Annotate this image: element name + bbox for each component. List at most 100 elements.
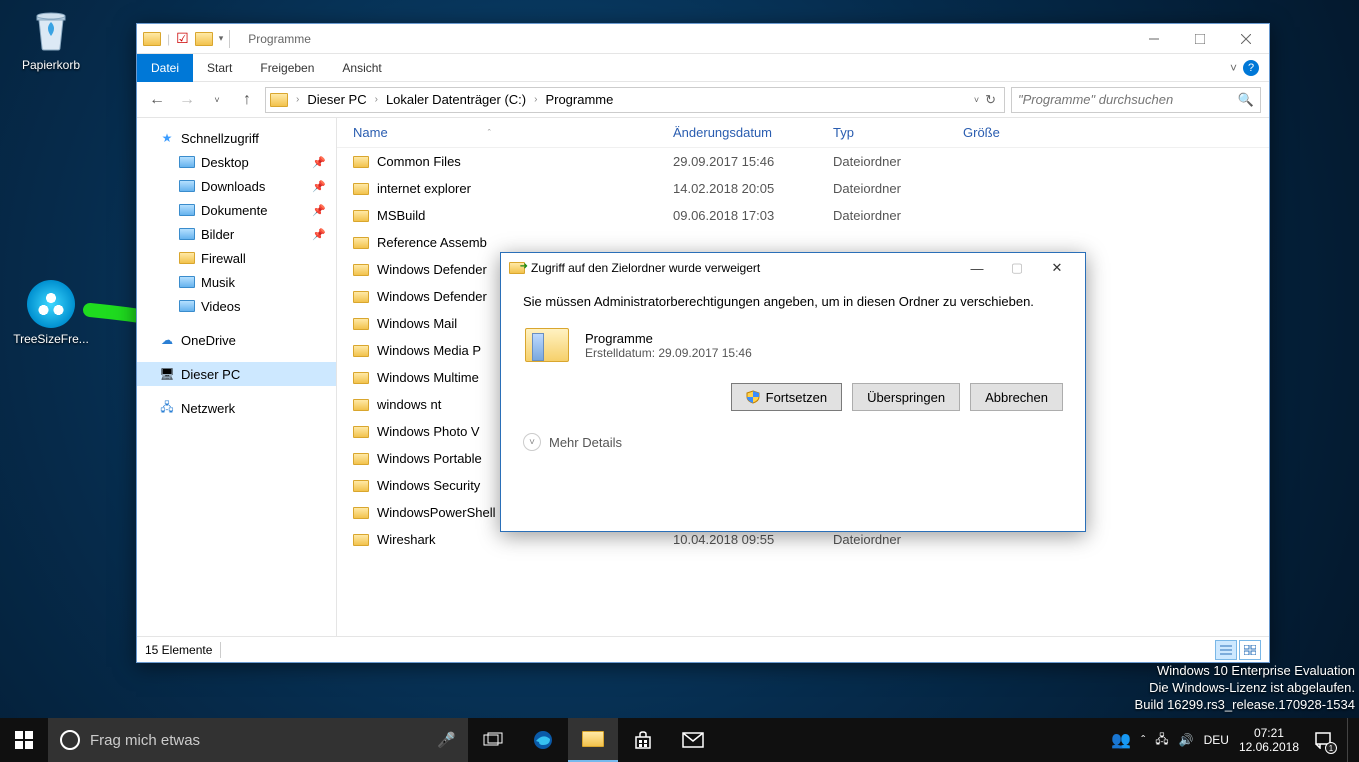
window-titlebar[interactable]: | ☑ ▾ Programme: [137, 24, 1269, 54]
help-icon[interactable]: ?: [1243, 60, 1259, 76]
cancel-button[interactable]: Abbrechen: [970, 383, 1063, 411]
search-input[interactable]: [1018, 92, 1238, 107]
sidebar-network[interactable]: Netzwerk: [137, 396, 336, 420]
sidebar-quick-access[interactable]: ★Schnellzugriff: [137, 126, 336, 150]
folder-icon: [353, 210, 369, 222]
breadcrumb[interactable]: Dieser PC: [303, 92, 370, 107]
maximize-button[interactable]: [1177, 24, 1223, 54]
table-row[interactable]: internet explorer14.02.2018 20:05Dateior…: [337, 175, 1269, 202]
file-name: Windows Photo V: [377, 424, 480, 439]
language-indicator[interactable]: DEU: [1204, 733, 1229, 747]
sidebar-item-desktop[interactable]: Desktop📌: [137, 150, 336, 174]
qat-dropdown-icon[interactable]: ▾: [219, 33, 224, 44]
notification-badge: 1: [1325, 742, 1337, 754]
column-name[interactable]: Nameˆ: [353, 125, 673, 140]
taskbar-app-edge[interactable]: [518, 718, 568, 762]
sidebar-item-downloads[interactable]: Downloads📌: [137, 174, 336, 198]
column-type[interactable]: Typ: [833, 125, 963, 140]
sidebar-onedrive[interactable]: OneDrive: [137, 328, 336, 352]
clock[interactable]: 07:21 12.06.2018: [1239, 726, 1299, 755]
taskbar-app-mail[interactable]: [668, 718, 718, 762]
chevron-right-icon: ›: [532, 94, 539, 105]
taskbar-search[interactable]: Frag mich etwas 🎤: [48, 718, 468, 762]
nav-up-button[interactable]: ↑: [235, 88, 259, 112]
taskbar-app-store[interactable]: [618, 718, 668, 762]
sidebar-item-videos[interactable]: Videos: [137, 294, 336, 318]
address-bar[interactable]: › Dieser PC › Lokaler Datenträger (C:) ›…: [265, 87, 1005, 113]
file-date: 10.04.2018 09:55: [673, 532, 833, 547]
desktop-icon-treesize[interactable]: TreeSizeFre...: [6, 280, 96, 346]
column-date[interactable]: Änderungsdatum: [673, 125, 833, 140]
sidebar-item-documents[interactable]: Dokumente📌: [137, 198, 336, 222]
skip-button[interactable]: Überspringen: [852, 383, 960, 411]
dialog-close-button[interactable]: ✕: [1037, 253, 1077, 283]
sidebar-item-firewall[interactable]: Firewall: [137, 246, 336, 270]
sidebar-item-music[interactable]: Musik: [137, 270, 336, 294]
folder-icon: [582, 731, 604, 747]
search-box[interactable]: 🔍: [1011, 87, 1261, 113]
file-name: Reference Assemb: [377, 235, 487, 250]
file-type: Dateiordner: [833, 181, 963, 196]
tab-start[interactable]: Start: [193, 54, 246, 82]
network-icon: [159, 400, 175, 416]
nav-recent-button[interactable]: ˅: [205, 88, 229, 112]
column-size[interactable]: Größe: [963, 125, 1043, 140]
continue-button[interactable]: Fortsetzen: [731, 383, 842, 411]
sidebar-this-pc[interactable]: Dieser PC: [137, 362, 336, 386]
dialog-object-name: Programme: [585, 331, 752, 346]
dialog-titlebar[interactable]: ➜ Zugriff auf den Zielordner wurde verwe…: [501, 253, 1085, 283]
breadcrumb[interactable]: Programme: [541, 92, 617, 107]
sidebar-item-pictures[interactable]: Bilder📌: [137, 222, 336, 246]
network-icon[interactable]: 🖧: [1155, 730, 1168, 751]
access-denied-dialog: ➜ Zugriff auf den Zielordner wurde verwe…: [500, 252, 1086, 532]
start-button[interactable]: [0, 718, 48, 762]
taskbar: Frag mich etwas 🎤 👥 ˆ 🖧 🔊 DEU 07:21 12.0…: [0, 718, 1359, 762]
table-row[interactable]: MSBuild09.06.2018 17:03Dateiordner: [337, 202, 1269, 229]
file-name: Windows Security: [377, 478, 480, 493]
tab-view[interactable]: Ansicht: [328, 54, 395, 82]
tray-expand-icon[interactable]: ˆ: [1141, 733, 1145, 747]
pin-icon: 📌: [312, 180, 326, 193]
folder-icon: [353, 453, 369, 465]
taskbar-app-explorer[interactable]: [568, 718, 618, 762]
file-name: windows nt: [377, 397, 441, 412]
desktop-icon-recycle-bin[interactable]: Papierkorb: [6, 6, 96, 72]
action-center-button[interactable]: 1: [1309, 726, 1337, 754]
search-icon[interactable]: 🔍: [1238, 92, 1254, 108]
window-title: Programme: [248, 32, 311, 46]
folder-icon: [353, 264, 369, 276]
quick-access-toolbar: | ☑ ▾: [137, 30, 236, 48]
nav-forward-button[interactable]: →: [175, 88, 199, 112]
people-icon[interactable]: 👥: [1111, 730, 1131, 750]
tab-share[interactable]: Freigeben: [246, 54, 328, 82]
tab-file[interactable]: Datei: [137, 54, 193, 82]
task-view-button[interactable]: [468, 718, 518, 762]
nav-back-button[interactable]: ←: [145, 88, 169, 112]
treesize-icon: [27, 280, 75, 328]
qat-properties-icon[interactable]: ☑: [176, 30, 189, 47]
minimize-button[interactable]: [1131, 24, 1177, 54]
table-row[interactable]: Common Files29.09.2017 15:46Dateiordner: [337, 148, 1269, 175]
more-details-toggle[interactable]: ˅ Mehr Details: [523, 427, 1063, 451]
sidebar: ★Schnellzugriff Desktop📌 Downloads📌 Doku…: [137, 118, 337, 636]
dialog-message: Sie müssen Administratorberechtigungen a…: [523, 293, 1063, 311]
addr-dropdown-icon[interactable]: ˅: [974, 95, 979, 105]
close-button[interactable]: [1223, 24, 1269, 54]
qat-newfolder-icon[interactable]: [195, 32, 213, 46]
file-name: Windows Defender: [377, 289, 487, 304]
pin-icon: 📌: [312, 228, 326, 241]
refresh-icon[interactable]: ↻: [985, 92, 996, 108]
ribbon-expand[interactable]: ˅?: [1220, 60, 1269, 76]
breadcrumb[interactable]: Lokaler Datenträger (C:): [382, 92, 530, 107]
dialog-minimize-button[interactable]: —: [957, 253, 997, 283]
view-details-button[interactable]: [1215, 640, 1237, 660]
folder-icon: [353, 291, 369, 303]
view-icons-button[interactable]: [1239, 640, 1261, 660]
show-desktop-button[interactable]: [1347, 718, 1353, 762]
file-date: 14.02.2018 20:05: [673, 181, 833, 196]
windows-watermark: Windows 10 Enterprise Evaluation Die Win…: [1135, 663, 1359, 714]
volume-icon[interactable]: 🔊: [1179, 733, 1194, 747]
file-name: MSBuild: [377, 208, 425, 223]
folder-large-icon: [523, 325, 571, 365]
microphone-icon[interactable]: 🎤: [437, 731, 456, 749]
